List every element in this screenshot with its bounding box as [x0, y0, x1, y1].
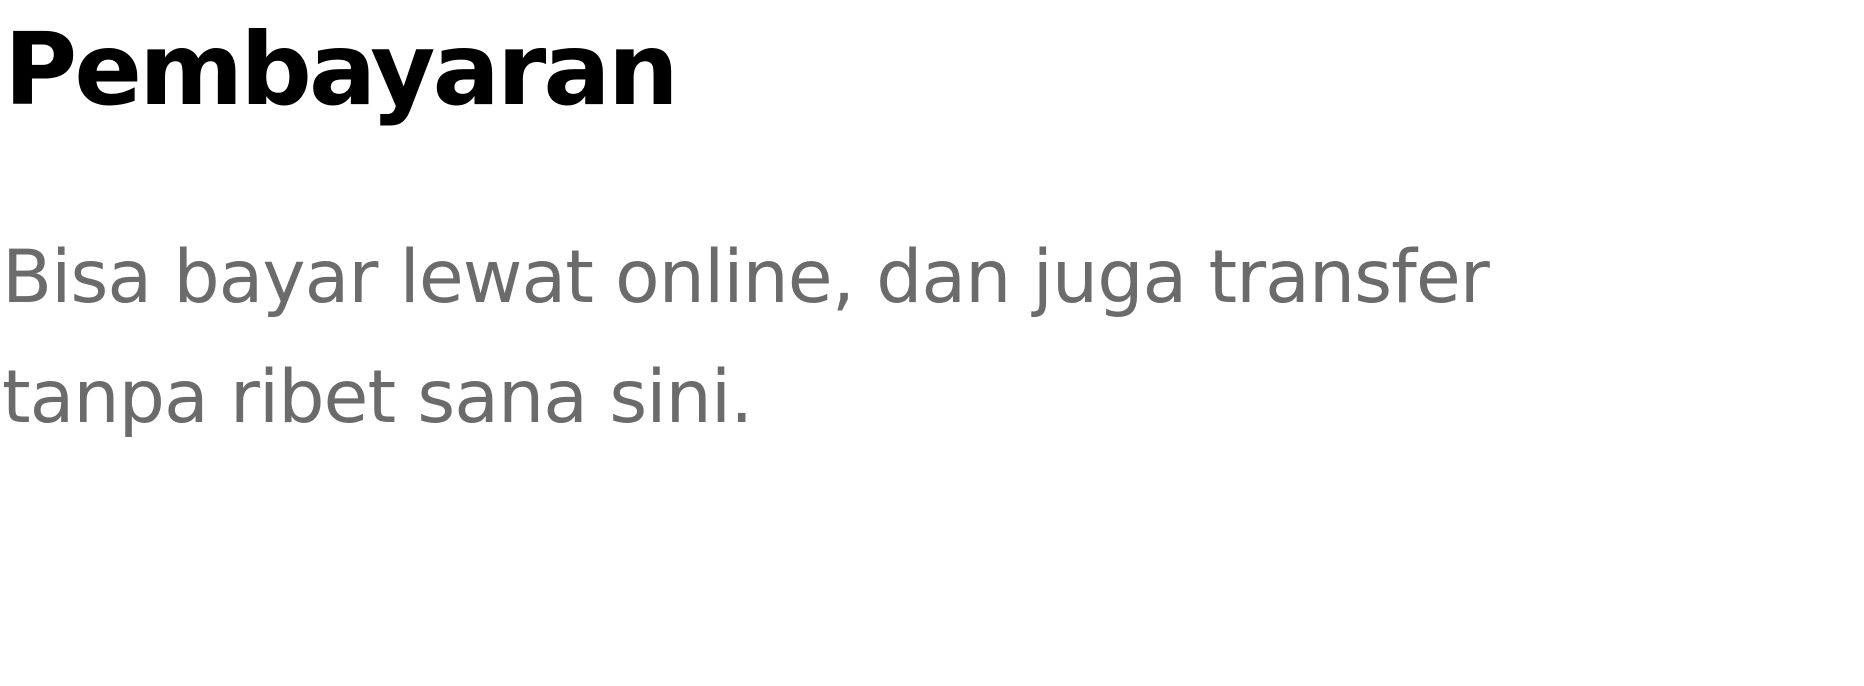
- feature-title: Pembayaran: [4, 11, 679, 128]
- feature-card: Pembayaran Bisa bayar lewat online, dan …: [0, 0, 1864, 686]
- feature-description: Bisa bayar lewat online, dan juga transf…: [2, 235, 1490, 440]
